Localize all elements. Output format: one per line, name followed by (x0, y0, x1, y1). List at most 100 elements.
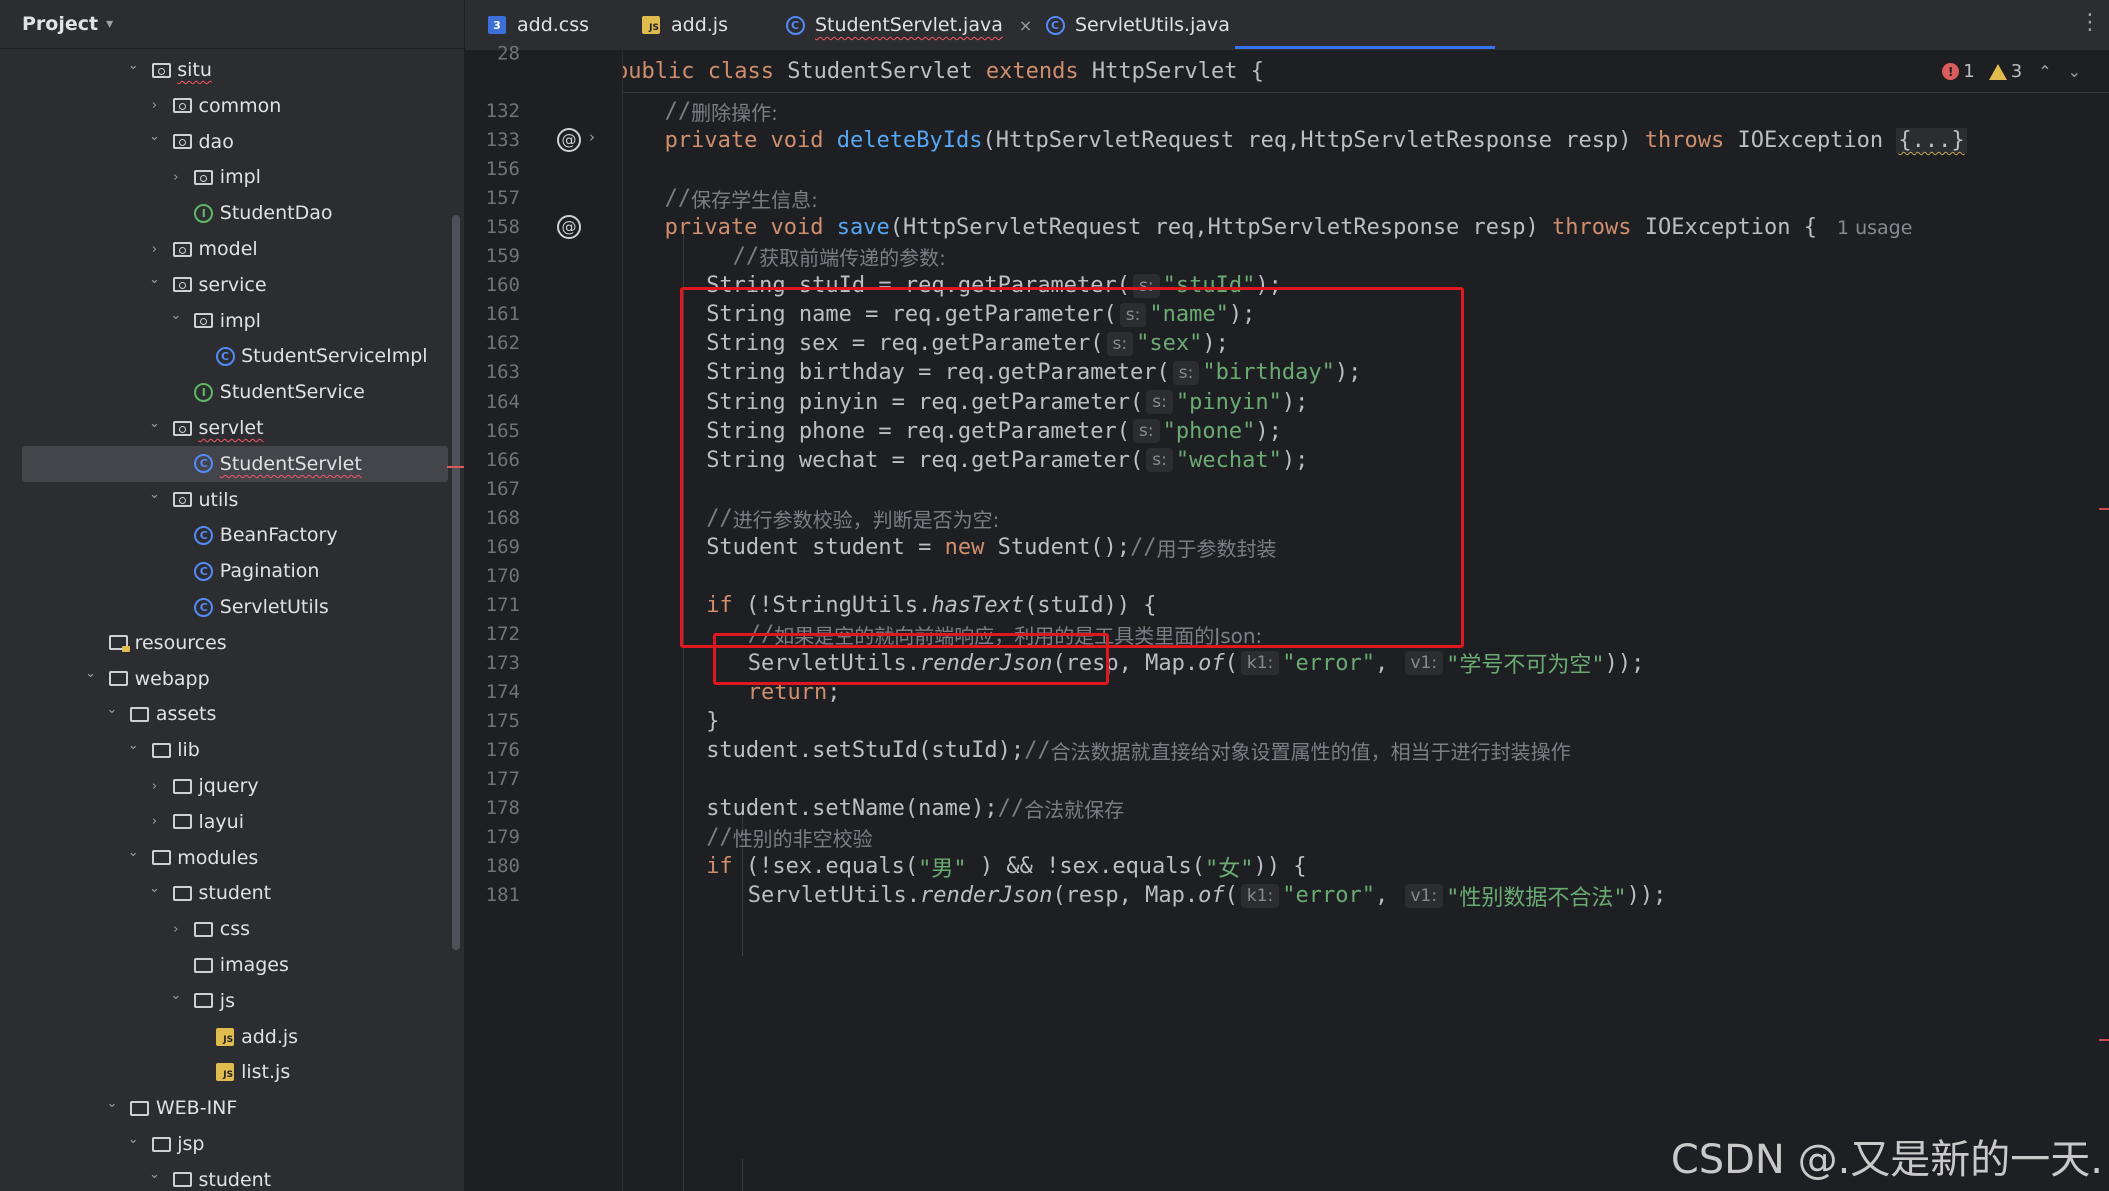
tree-item[interactable]: ⌄ utils (0, 482, 464, 518)
tree-item[interactable]: ⌄ dao (0, 124, 464, 160)
next-problem-icon[interactable]: ⌄ (2068, 62, 2081, 81)
tree-item-label: WEB-INF (155, 1097, 238, 1120)
code-token: , (1375, 650, 1402, 676)
tab-label: add.js (671, 14, 728, 36)
tree-item[interactable]: › model (0, 231, 464, 267)
chevron-down-icon[interactable]: ⌄ (125, 58, 141, 73)
code-editor[interactable]: //删除操作: private void deleteByIds (HttpServ… (623, 51, 2109, 1191)
chevron-right-icon[interactable]: › (168, 170, 184, 185)
chevron-right-icon[interactable]: › (147, 814, 163, 829)
chevron-down-icon[interactable]: ⌄ (125, 1132, 141, 1147)
chevron-down-icon[interactable]: ⌄ (168, 988, 184, 1003)
project-header[interactable]: Project ▾ (0, 0, 464, 49)
chevron-down-icon[interactable]: ⌄ (147, 1167, 163, 1182)
parameter-hint: k1: (1240, 651, 1280, 676)
chevron-down-icon[interactable]: ⌄ (83, 666, 99, 681)
tree-item[interactable]: ⌄ lib (0, 732, 464, 768)
tree-item[interactable]: › common (0, 88, 464, 124)
tree-item[interactable]: JS add.js (0, 1019, 464, 1055)
override-method-icon[interactable]: @ (557, 215, 581, 240)
code-comment: // (1024, 738, 1051, 764)
code-token: of (1198, 883, 1225, 909)
tree-item[interactable]: › impl (0, 159, 464, 195)
more-tabs-icon[interactable]: ⋮ (2079, 10, 2101, 35)
tree-item[interactable]: JS list.js (0, 1054, 464, 1090)
tree-item[interactable]: ⌄ situ (0, 52, 464, 88)
project-scrollbar[interactable] (452, 215, 460, 950)
chevron-right-icon[interactable]: › (147, 779, 163, 794)
tree-item[interactable]: ⌄ WEB-INF (0, 1090, 464, 1126)
tab-studentservlet-java[interactable]: C StudentServlet.java × (785, 0, 1032, 50)
code-token: StudentServlet (787, 59, 986, 84)
tree-item[interactable]: ⌄ js (0, 983, 464, 1019)
tree-item[interactable]: I StudentDao (0, 195, 464, 231)
highlight-box-parameters (680, 287, 1464, 648)
chevron-down-icon[interactable]: ⌄ (147, 487, 163, 502)
package-icon (173, 96, 193, 116)
tree-item[interactable]: ⌄ impl (0, 303, 464, 339)
chevron-down-icon[interactable]: ⌄ (147, 881, 163, 896)
chevron-right-icon[interactable]: › (147, 242, 163, 257)
tree-item-label: StudentServlet (219, 452, 362, 475)
code-token: )); (1626, 883, 1667, 909)
tree-item[interactable]: C BeanFactory (0, 517, 464, 553)
tree-item[interactable]: ⌄ webapp (0, 661, 464, 697)
chevron-down-icon[interactable]: ⌄ (147, 416, 163, 431)
code-comment: 合法就保存 (1024, 798, 1125, 823)
tree-item[interactable]: › layui (0, 804, 464, 840)
chevron-down-icon[interactable]: ⌄ (168, 308, 184, 323)
chevron-down-icon[interactable]: ⌄ (125, 845, 141, 860)
editor-tabs: 3 add.css JS add.js C StudentServlet.java × C Se… (465, 0, 2109, 51)
code-token: ServletUtils. (747, 883, 920, 909)
code-token: public class (623, 59, 788, 84)
folder-icon (109, 669, 129, 689)
tab-servletutils-java[interactable]: C ServletUtils.java (1045, 0, 1230, 50)
code-token: if (706, 854, 746, 880)
folder-icon (173, 776, 193, 796)
chevron-right-icon[interactable]: › (168, 922, 184, 937)
tree-item[interactable]: › css (0, 911, 464, 947)
warning-icon (1988, 63, 2007, 80)
tree-item[interactable]: ⌄ servlet (0, 410, 464, 446)
tree-item[interactable]: I StudentService (0, 374, 464, 410)
tree-item[interactable]: ⌄ modules (0, 840, 464, 876)
tree-item[interactable]: ⌄ student (0, 1162, 464, 1191)
tree-item[interactable]: resources (0, 625, 464, 661)
previous-problem-icon[interactable]: ⌃ (2038, 62, 2051, 81)
java-class-icon: C (215, 346, 235, 366)
tree-item[interactable]: C ServletUtils (0, 589, 464, 625)
tree-item[interactable]: C StudentServiceImpl (0, 338, 464, 374)
chevron-down-icon[interactable]: ⌄ (104, 702, 120, 717)
inspection-indicators[interactable]: ! 1 3 ⌃ ⌄ (1942, 51, 2081, 92)
usage-count-link[interactable]: 1 usage (1837, 217, 1912, 239)
folder-icon (151, 740, 171, 760)
close-icon[interactable]: × (1019, 16, 1032, 35)
override-method-icon[interactable]: @ (557, 128, 581, 153)
css-file-icon: 3 (487, 15, 507, 35)
tree-item[interactable]: ⌄ assets (0, 696, 464, 732)
tree-item[interactable]: › jquery (0, 768, 464, 804)
package-icon (194, 311, 214, 331)
chevron-right-icon[interactable]: › (147, 98, 163, 113)
tree-item[interactable]: ⌄ student (0, 875, 464, 911)
fold-toggle-icon[interactable]: › (589, 128, 595, 146)
tree-item[interactable]: C StudentServlet (22, 445, 448, 482)
code-token: IOException { (1644, 215, 1817, 241)
chevron-down-icon[interactable]: ⌄ (125, 738, 141, 753)
tree-item[interactable]: ⌄ jsp (0, 1126, 464, 1162)
folded-code-region[interactable]: {...} (1896, 128, 1967, 154)
tree-item[interactable]: images (0, 947, 464, 983)
sticky-header[interactable]: public class StudentServlet extends Http… (623, 51, 2109, 93)
tab-add-js[interactable]: JS add.js (641, 0, 728, 50)
chevron-down-icon[interactable]: ⌄ (104, 1096, 120, 1111)
chevron-down-icon[interactable]: ⌄ (147, 272, 163, 287)
chevron-down-icon[interactable]: ▾ (106, 16, 113, 32)
chevron-down-icon[interactable]: ⌄ (147, 129, 163, 144)
java-class-icon: C (194, 561, 214, 581)
error-count: 1 (1963, 61, 1975, 82)
java-class-icon: C (1045, 15, 1065, 35)
tree-item[interactable]: ⌄ service (0, 267, 464, 303)
line-number: 28 (497, 42, 520, 65)
code-token: )); (1604, 650, 1645, 676)
tree-item[interactable]: C Pagination (0, 553, 464, 589)
